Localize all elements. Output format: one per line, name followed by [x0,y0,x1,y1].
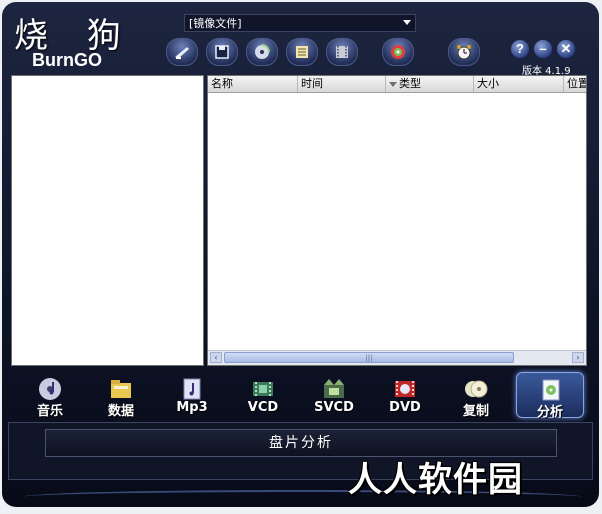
scroll-left-icon[interactable]: ‹ [210,352,222,363]
settings-disc-button[interactable] [382,38,414,66]
nav-label-vcd: VCD [247,400,279,415]
alarm-clock-button[interactable] [448,38,480,66]
scrollbar-thumb[interactable]: ||| [224,352,514,363]
nav-item-svcd[interactable]: SVCD [300,372,368,418]
nav-item-vcd[interactable]: VCD [229,372,297,418]
disc-button[interactable] [246,38,278,66]
svcd-icon [324,379,344,398]
nav-label-copy: 复制 [462,404,489,419]
nav-item-mp3[interactable]: Mp3 [158,372,226,418]
nav-item-data[interactable]: 数据 [87,372,155,419]
site-watermark: 人人软件园 [348,460,523,500]
nav-label-music: 音乐 [36,404,63,419]
list-icon [296,46,308,58]
file-list-header: 名称 时间 类型 大小 位置 [208,76,586,93]
sort-arrow-icon [389,81,397,87]
disc-icon [255,44,270,59]
save-button[interactable] [206,38,238,66]
quick-burn-icon [175,47,189,59]
column-header-time[interactable]: 时间 [298,76,386,92]
scrollbar-grip: ||| [365,354,373,362]
copy-disc-icon [465,380,488,398]
save-icon [215,45,229,59]
nav-label-data: 数据 [107,404,134,419]
nav-item-music[interactable]: 音乐 [16,372,84,419]
folder-tree-panel[interactable] [11,75,204,366]
minimize-button[interactable]: – [534,40,552,58]
analyze-disc-icon [542,379,560,401]
nav-label-analyze: 分析 [536,405,563,420]
list-button[interactable] [286,38,318,66]
music-disc-icon [39,378,61,400]
column-header-location[interactable]: 位置 [564,76,586,92]
column-header-type[interactable]: 类型 [386,76,474,92]
chevron-down-icon[interactable] [403,20,411,25]
quick-burn-button[interactable] [166,38,198,66]
vcd-icon [253,382,273,396]
scroll-right-icon[interactable]: › [572,352,584,363]
nav-item-copy[interactable]: 复制 [442,372,510,419]
alarm-clock-icon [457,45,471,60]
main-window: 烧 狗 BurnGO [镜像文件] ? – ✕ 版本 4.1.9 名称 时间 类… [2,2,599,507]
nav-label-svcd: SVCD [314,400,354,415]
data-folder-icon [111,380,131,398]
nav-label-mp3: Mp3 [176,400,208,415]
settings-disc-icon [391,45,405,59]
help-button[interactable]: ? [511,40,529,58]
image-file-dropdown-value: [镜像文件] [189,17,242,30]
nav-item-dvd[interactable]: DVD [371,372,439,418]
burn-type-nav: 音乐 数据 Mp3 VCD SVCD DVD 复制 分析 [8,372,593,420]
file-list-panel[interactable]: 名称 时间 类型 大小 位置 ‹ ||| › [207,75,587,366]
image-file-dropdown[interactable]: [镜像文件] [184,14,416,32]
dvd-icon [395,381,415,397]
nav-label-dvd: DVD [389,400,421,415]
column-header-name[interactable]: 名称 [208,76,298,92]
mp3-icon [183,378,201,400]
column-header-size[interactable]: 大小 [474,76,564,92]
horizontal-scrollbar[interactable]: ‹ ||| › [208,350,586,365]
nav-item-analyze[interactable]: 分析 [516,372,584,420]
logo-english: BurnGO [32,50,102,70]
film-button[interactable] [326,38,358,66]
close-button[interactable]: ✕ [557,40,575,58]
film-icon [336,46,348,58]
